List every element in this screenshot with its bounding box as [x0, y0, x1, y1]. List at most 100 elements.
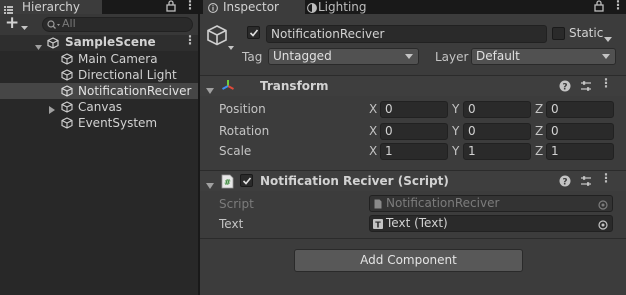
script-file-icon — [374, 198, 382, 213]
axis-x-label[interactable]: X — [369, 144, 377, 158]
field-value: 1 — [551, 144, 559, 158]
text-object-field[interactable]: T Text (Text) — [369, 215, 613, 232]
presets-icon[interactable] — [580, 175, 592, 190]
more-options-icon[interactable]: ⋮ — [184, 33, 196, 47]
position-row: Position X 0 Y 0 Z 0 — [200, 100, 626, 120]
search-placeholder: All — [62, 17, 76, 30]
axis-z-label[interactable]: Z — [535, 144, 543, 158]
field-value: 0 — [385, 102, 393, 116]
cube-icon — [61, 85, 73, 100]
list-item: NotificationReciver — [78, 84, 192, 98]
axis-x-label[interactable]: X — [369, 102, 377, 116]
tab-inspector[interactable]: Inspector — [203, 0, 305, 14]
static-label: Static — [569, 26, 604, 40]
rotation-x-field[interactable]: 0 — [380, 123, 448, 140]
axis-y-label[interactable]: Y — [452, 144, 459, 158]
add-icon[interactable]: + — [5, 14, 19, 32]
lock-icon[interactable] — [166, 0, 176, 15]
chevron-down-icon[interactable] — [21, 20, 28, 34]
hierarchy-item-notification-reciver[interactable]: NotificationReciver — [0, 83, 198, 99]
script-component-header[interactable]: # Notification Reciver (Script) ? ⋮ — [200, 170, 626, 191]
chevron-down-icon[interactable] — [206, 83, 214, 97]
row-label: Rotation — [219, 124, 270, 138]
field-value: 0 — [468, 102, 476, 116]
list-item: Directional Light — [78, 68, 177, 82]
presets-icon[interactable] — [580, 80, 592, 95]
add-component-button[interactable]: Add Component — [294, 249, 523, 272]
list-item: Main Camera — [78, 52, 158, 66]
help-icon[interactable]: ? — [559, 80, 571, 95]
tab-label: Inspector — [223, 0, 279, 14]
more-options-icon[interactable]: ⋮ — [600, 76, 612, 90]
scene-row[interactable]: SampleScene ⋮ — [0, 33, 198, 51]
lock-icon[interactable] — [594, 0, 604, 15]
scene-name: SampleScene — [65, 35, 156, 49]
chevron-down-icon — [405, 54, 413, 59]
cube-icon — [61, 101, 73, 116]
scale-x-field[interactable]: 1 — [380, 143, 448, 160]
add-component-label: Add Component — [360, 253, 457, 267]
axis-z-label[interactable]: Z — [535, 124, 543, 138]
position-z-field[interactable]: 0 — [546, 101, 614, 118]
tab-hierarchy[interactable]: Hierarchy — [0, 0, 102, 14]
gameobject-cube-icon[interactable] — [206, 24, 234, 55]
layer-dropdown[interactable]: Default — [471, 48, 616, 65]
hierarchy-item-canvas[interactable]: Canvas — [0, 99, 198, 115]
axis-y-label[interactable]: Y — [452, 124, 459, 138]
tag-label: Tag — [242, 50, 263, 64]
axis-x-label[interactable]: X — [369, 124, 377, 138]
tag-dropdown[interactable]: Untagged — [268, 48, 419, 65]
layer-label: Layer — [435, 50, 469, 64]
active-checkbox[interactable] — [247, 26, 260, 39]
svg-text:T: T — [375, 220, 381, 229]
tab-label: Lighting — [318, 0, 367, 14]
list-icon — [4, 3, 13, 14]
object-name: NotificationReciver — [271, 27, 385, 41]
transform-icon — [221, 79, 235, 96]
search-input[interactable]: All — [42, 17, 193, 32]
component-enabled-checkbox[interactable] — [240, 174, 253, 187]
axis-z-label[interactable]: Z — [535, 102, 543, 116]
field-value: 0 — [468, 124, 476, 138]
more-options-icon[interactable]: ⋮ — [600, 171, 612, 185]
static-checkbox[interactable] — [552, 27, 565, 40]
rotation-y-field[interactable]: 0 — [463, 123, 531, 140]
field-value: 1 — [468, 144, 476, 158]
scale-y-field[interactable]: 1 — [463, 143, 531, 160]
transform-header[interactable]: Transform ? ⋮ — [200, 75, 626, 96]
rotation-z-field[interactable]: 0 — [546, 123, 614, 140]
layer-value: Default — [476, 49, 520, 63]
position-x-field[interactable]: 0 — [380, 101, 448, 118]
text-value: Text (Text) — [386, 216, 448, 230]
chevron-down-icon[interactable] — [604, 31, 612, 45]
object-name-field[interactable]: NotificationReciver — [266, 25, 547, 43]
cube-icon — [61, 117, 73, 132]
position-y-field[interactable]: 0 — [463, 101, 531, 118]
script-label: Script — [219, 197, 254, 211]
help-icon[interactable]: ? — [559, 175, 571, 190]
search-icon — [47, 19, 61, 33]
axis-y-label[interactable]: Y — [452, 102, 459, 116]
row-label: Scale — [219, 144, 252, 158]
transform-title: Transform — [260, 79, 329, 93]
cube-icon — [61, 53, 73, 68]
more-options-icon[interactable]: ⋮ — [184, 0, 196, 12]
cube-icon — [61, 69, 73, 84]
chevron-down-icon[interactable] — [206, 178, 214, 192]
list-item: Canvas — [78, 100, 123, 114]
script-icon: # — [221, 174, 234, 192]
script-field: NotificationReciver — [369, 195, 613, 212]
hierarchy-item-main-camera[interactable]: Main Camera — [0, 51, 198, 67]
hierarchy-item-event-system[interactable]: EventSystem — [0, 115, 198, 131]
chevron-down-icon — [602, 54, 610, 59]
scale-row: Scale X 1 Y 1 Z 1 — [200, 142, 626, 162]
field-value: 0 — [551, 102, 559, 116]
tag-value: Untagged — [273, 49, 332, 63]
svg-text:?: ? — [562, 82, 567, 92]
more-options-icon[interactable]: ⋮ — [612, 0, 624, 12]
scale-z-field[interactable]: 1 — [546, 143, 614, 160]
hierarchy-item-directional-light[interactable]: Directional Light — [0, 67, 198, 83]
tab-lighting[interactable]: Lighting — [307, 0, 387, 14]
object-picker-icon[interactable] — [598, 219, 608, 234]
field-value: 0 — [385, 124, 393, 138]
